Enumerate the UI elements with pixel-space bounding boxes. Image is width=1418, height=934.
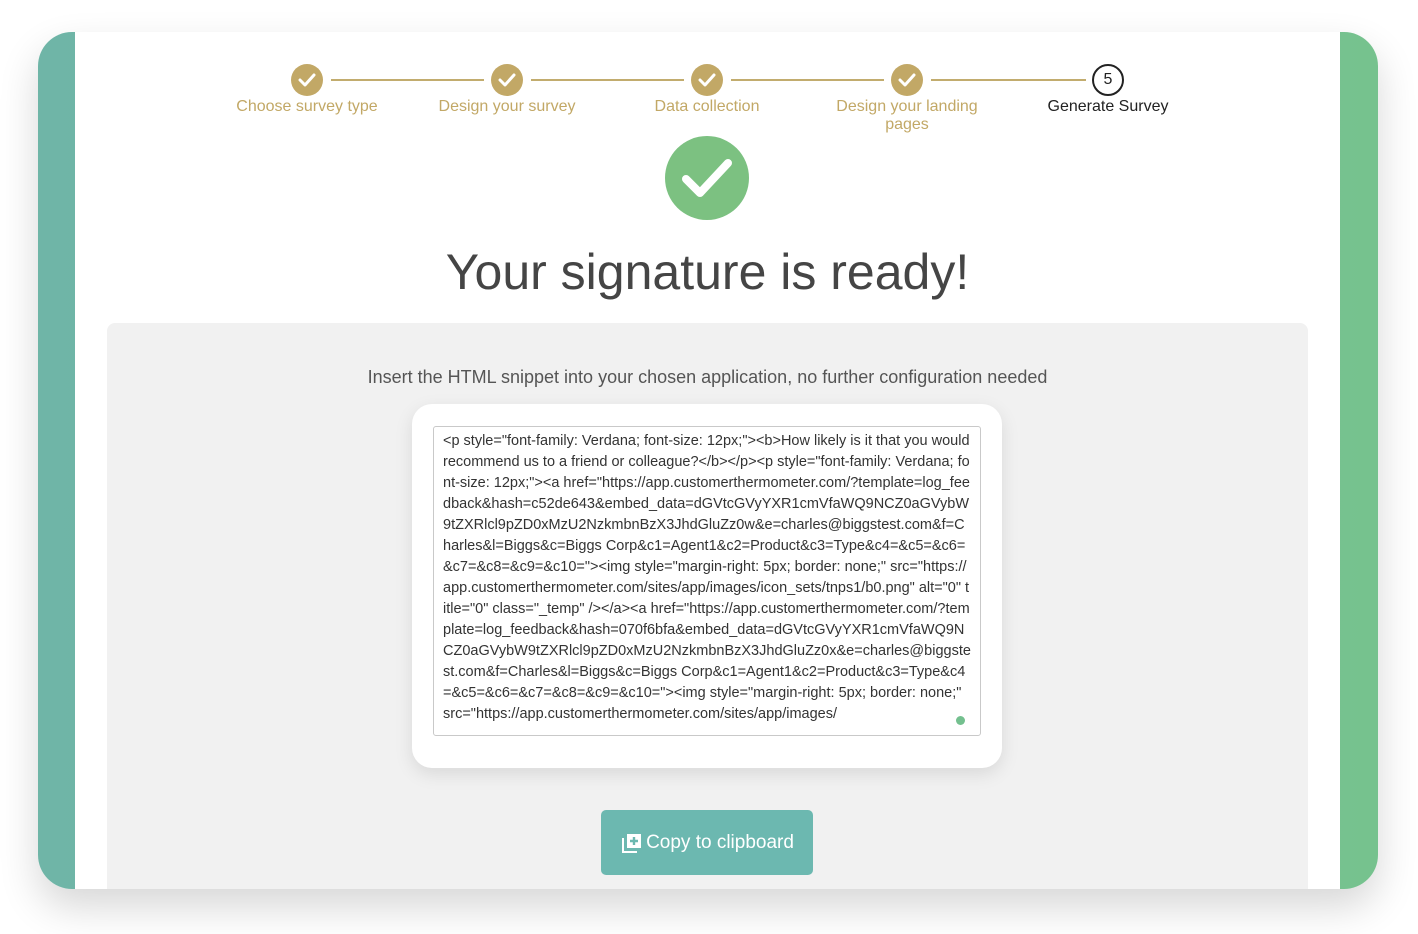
check-icon xyxy=(691,64,723,96)
step-label: Design your landing pages xyxy=(836,98,978,133)
check-icon xyxy=(291,64,323,96)
check-icon xyxy=(891,64,923,96)
step-label: Design your survey xyxy=(438,98,576,115)
copy-to-clipboard-button[interactable]: Copy to clipboard xyxy=(601,810,813,875)
step-label: Data collection xyxy=(654,98,760,115)
success-check-icon xyxy=(665,136,749,220)
instruction-text: Insert the HTML snippet into your chosen… xyxy=(367,367,1048,387)
html-snippet-text: <p style="font-family: Verdana; font-siz… xyxy=(443,433,971,722)
step-number: 5 xyxy=(1092,64,1124,96)
check-icon xyxy=(491,64,523,96)
resize-handle[interactable] xyxy=(956,716,965,725)
step-label: Choose survey type xyxy=(236,98,378,115)
copy-plus-icon xyxy=(620,831,644,855)
step-choose-survey-type[interactable]: Choose survey type xyxy=(207,64,407,116)
step-design-your-survey[interactable]: Design your survey xyxy=(407,64,607,116)
step-label: Generate Survey xyxy=(1047,98,1169,115)
page-title: Your signature is ready! xyxy=(445,244,970,300)
html-snippet-textarea[interactable]: <p style="font-family: Verdana; font-siz… xyxy=(433,426,981,736)
copy-button-label: Copy to clipboard xyxy=(646,831,794,853)
step-design-landing-pages[interactable]: Design your landing pages xyxy=(807,64,1007,134)
step-generate-survey[interactable]: 5 Generate Survey xyxy=(1008,64,1208,116)
step-data-collection[interactable]: Data collection xyxy=(607,64,807,116)
